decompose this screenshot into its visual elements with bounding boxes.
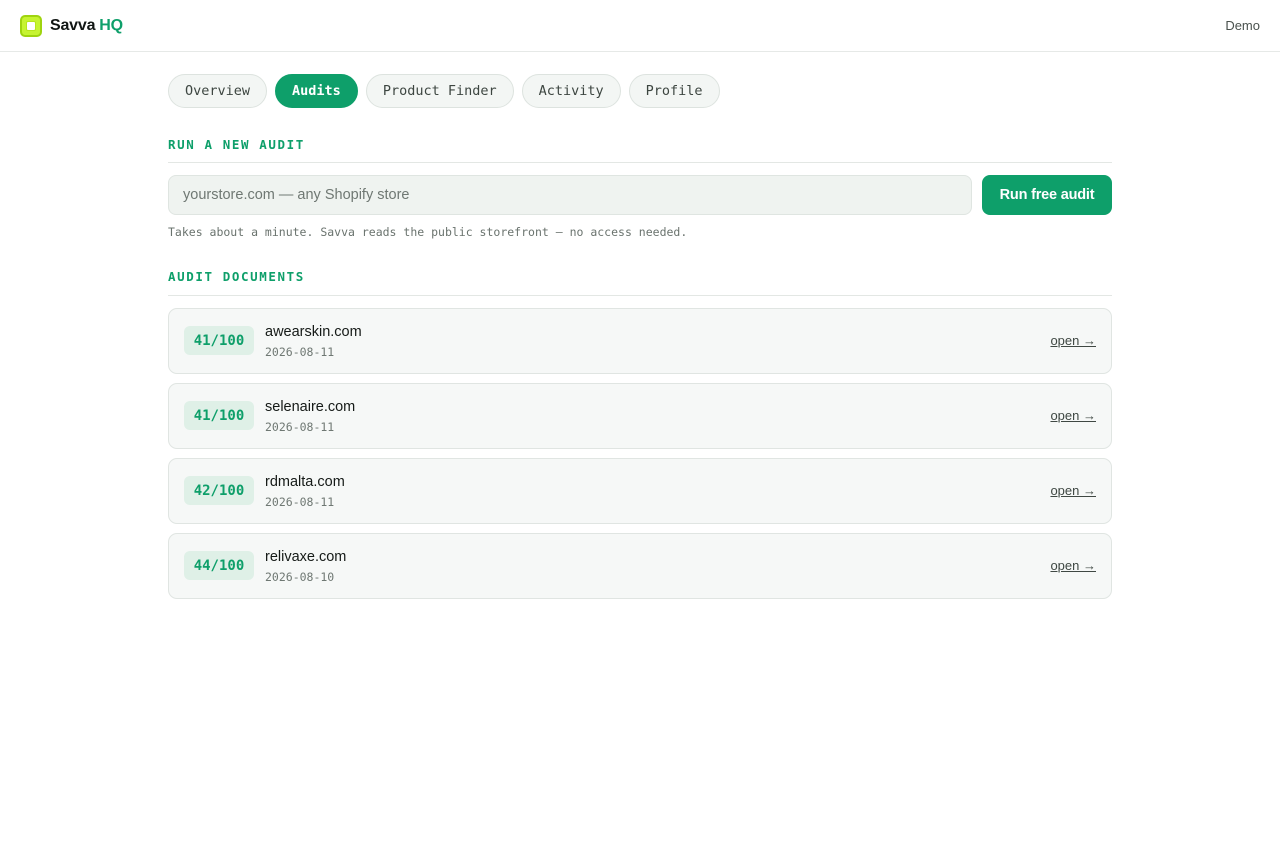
- brand-accent: HQ: [99, 17, 123, 34]
- score-badge: 41/100: [184, 401, 254, 430]
- store-url-input[interactable]: [168, 175, 972, 215]
- audit-documents-heading: AUDIT DOCUMENTS: [168, 269, 305, 284]
- open-link[interactable]: open →: [1050, 408, 1096, 423]
- score-badge: 42/100: [184, 476, 254, 505]
- open-link[interactable]: open →: [1050, 483, 1096, 498]
- open-link[interactable]: open →: [1050, 333, 1096, 348]
- audit-date: 2026-08-10: [265, 570, 335, 584]
- tab-overview[interactable]: Overview: [168, 74, 268, 108]
- savva-logo-icon: [20, 15, 42, 37]
- audit-document-card[interactable]: 41/100 awearskin.com 2026-08-11 open →: [168, 308, 1112, 374]
- main-content: Overview Audits Product Finder Activity …: [168, 74, 1112, 599]
- audit-hint: Takes about a minute. Savva reads the pu…: [168, 225, 688, 239]
- divider: [168, 295, 1112, 296]
- brand-name: Savva: [50, 17, 96, 34]
- score-badge: 44/100: [184, 551, 254, 580]
- tab-product-finder[interactable]: Product Finder: [365, 74, 514, 108]
- new-audit-heading: RUN A NEW AUDIT: [168, 137, 305, 152]
- new-audit-form: Run free audit: [168, 175, 1112, 215]
- tab-audits[interactable]: Audits: [275, 74, 358, 108]
- store-domain: selenaire.com: [265, 399, 356, 415]
- store-domain: relivaxe.com: [265, 549, 347, 565]
- open-link[interactable]: open →: [1050, 558, 1096, 573]
- top-bar: Savva HQ Demo: [0, 0, 1280, 52]
- run-audit-button[interactable]: Run free audit: [982, 175, 1112, 215]
- audit-date: 2026-08-11: [265, 495, 335, 509]
- store-domain: rdmalta.com: [265, 474, 345, 490]
- audit-document-card[interactable]: 44/100 relivaxe.com 2026-08-10 open →: [168, 533, 1112, 599]
- tab-bar: Overview Audits Product Finder Activity …: [168, 74, 1112, 108]
- divider: [168, 162, 1112, 163]
- audit-document-card[interactable]: 42/100 rdmalta.com 2026-08-11 open →: [168, 458, 1112, 524]
- store-domain: awearskin.com: [265, 324, 362, 340]
- user-menu[interactable]: Demo: [1225, 18, 1260, 33]
- brand[interactable]: Savva HQ: [20, 14, 123, 38]
- audit-document-card[interactable]: 41/100 selenaire.com 2026-08-11 open →: [168, 383, 1112, 449]
- tab-profile[interactable]: Profile: [628, 74, 720, 108]
- audit-date: 2026-08-11: [265, 420, 335, 434]
- audit-document-list: 41/100 awearskin.com 2026-08-11 open → 4…: [168, 308, 1112, 608]
- audit-date: 2026-08-11: [265, 345, 335, 359]
- score-badge: 41/100: [184, 326, 254, 355]
- tab-activity[interactable]: Activity: [521, 74, 621, 108]
